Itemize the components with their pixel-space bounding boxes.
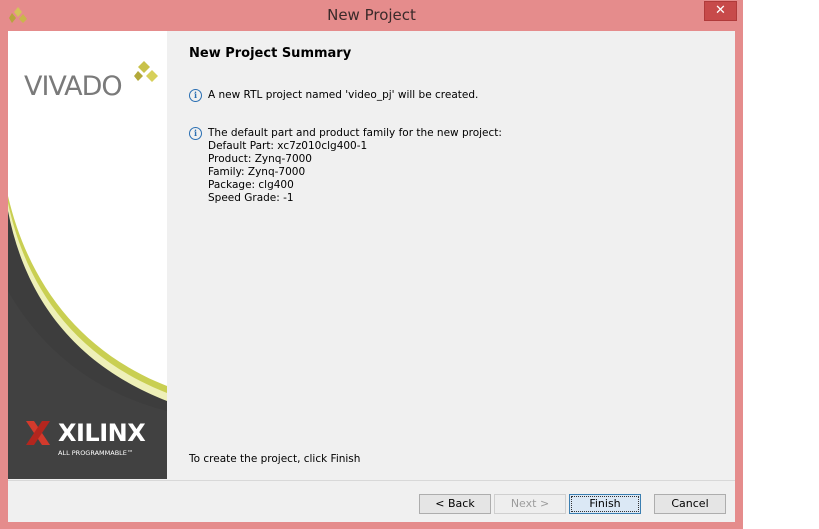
finish-button[interactable]: Finish [569,494,641,514]
package-line: Package: clg400 [208,179,294,191]
family-line: Family: Zynq-7000 [208,166,306,178]
button-bar: < Back Next > Finish Cancel [8,480,735,522]
window-title: New Project [327,6,416,24]
xilinx-mark-icon [26,421,50,445]
info-text: The default part and product family for … [208,127,502,205]
vivado-logo: VIVADO [24,61,158,102]
info-text: A new RTL project named 'video_pj' will … [208,89,479,101]
next-button[interactable]: Next > [494,494,566,514]
dialog-client: VIVADO XILINX ALL PROGRAMMABLE™ New Proj… [8,31,735,522]
title-bar[interactable]: New Project ✕ [0,0,743,31]
summary-panel: New Project Summary i A new RTL project … [167,31,735,479]
info-icon: i [189,127,202,140]
info-line: The default part and product family for … [208,127,502,139]
page-title: New Project Summary [189,46,352,61]
close-icon: ✕ [715,3,726,18]
product-line: Product: Zynq-7000 [208,153,312,165]
finish-button-label: Finish [571,496,639,512]
default-part-line: Default Part: xc7z010clg400-1 [208,140,368,152]
wizard-sidebar: VIVADO XILINX ALL PROGRAMMABLE™ [8,31,167,479]
back-button[interactable]: < Back [419,494,491,514]
cancel-button[interactable]: Cancel [654,494,726,514]
vivado-diamond-icon [134,61,158,82]
close-button[interactable]: ✕ [704,1,737,21]
dialog-window: New Project ✕ VIVADO XILINX ALL PROGRAMM… [0,0,743,529]
info-icon: i [189,89,202,102]
speed-grade-line: Speed Grade: -1 [208,192,294,204]
xilinx-tagline: ALL PROGRAMMABLE™ [58,449,134,457]
finish-hint: To create the project, click Finish [189,453,361,465]
xilinx-wordmark: XILINX [58,419,146,447]
